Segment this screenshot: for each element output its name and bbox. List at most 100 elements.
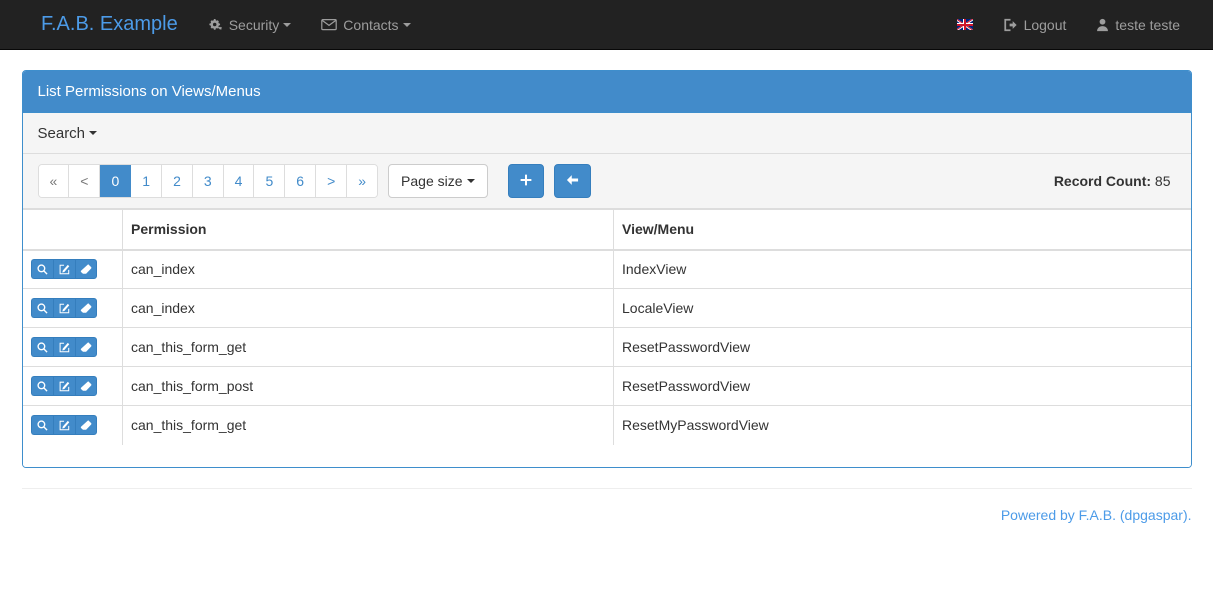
- record-count: Record Count: 85: [1054, 173, 1176, 189]
- table-wrapper: Permission View/Menu can_index IndexView c…: [22, 209, 1191, 467]
- column-header-actions: [22, 209, 123, 251]
- navbar-left-group: F.A.B. Example Security Contacts: [0, 0, 426, 49]
- show-action[interactable]: [30, 259, 53, 280]
- cogs-icon: [208, 18, 223, 32]
- show-action[interactable]: [30, 337, 53, 357]
- magnifier-icon: [36, 420, 48, 431]
- record-count-label: Record Count:: [1053, 173, 1152, 189]
- table-row: can_this_form_post ResetPasswordView: [22, 366, 1191, 406]
- table-row: can_index LocaleView: [22, 288, 1191, 328]
- pagination: «<0 1 2 3 4 5 6 >»: [37, 164, 379, 198]
- row-actions-cell: [22, 366, 123, 406]
- pagination-page-0[interactable]: 0: [100, 165, 132, 197]
- page-size-label: Page size: [401, 173, 463, 189]
- footer-link[interactable]: Powered by F.A.B. (dpgaspar).: [1001, 507, 1192, 523]
- nav-menu-security-label: Security: [228, 16, 280, 33]
- delete-action[interactable]: [74, 259, 97, 280]
- row-actions-cell: [22, 249, 123, 289]
- edit-action[interactable]: [52, 415, 75, 436]
- pagination-page-prev[interactable]: <: [69, 165, 101, 197]
- column-header-permission: Permission: [122, 209, 614, 251]
- row-actions-cell: [22, 288, 123, 328]
- delete-action[interactable]: [74, 376, 97, 396]
- pagination-page-last[interactable]: »: [347, 165, 378, 197]
- navbar-right-group: Logout teste teste: [942, 0, 1213, 49]
- chevron-down-icon: [466, 179, 475, 183]
- cell-view-menu: IndexView: [613, 249, 1191, 289]
- eraser-icon: [80, 420, 92, 431]
- language-switcher[interactable]: [942, 0, 988, 49]
- chevron-down-icon: [89, 131, 98, 135]
- envelope-icon: [321, 18, 338, 31]
- brand-link[interactable]: F.A.B. Example: [26, 0, 193, 49]
- show-action[interactable]: [30, 415, 53, 436]
- show-action[interactable]: [30, 376, 53, 396]
- delete-action[interactable]: [74, 337, 97, 357]
- page-footer: Powered by F.A.B. (dpgaspar).: [21, 487, 1192, 523]
- delete-action[interactable]: [74, 298, 97, 318]
- user-menu-label: teste teste: [1115, 16, 1180, 33]
- edit-action[interactable]: [52, 259, 75, 280]
- row-action-group: [30, 415, 97, 436]
- row-actions-cell: [22, 405, 123, 445]
- cell-view-menu: ResetPasswordView: [613, 366, 1191, 406]
- table-head: Permission View/Menu: [22, 209, 1191, 251]
- nav-menu-security[interactable]: Security: [193, 0, 307, 49]
- edit-action[interactable]: [52, 337, 75, 357]
- user-icon: [1096, 18, 1109, 32]
- record-count-value: 85: [1154, 173, 1171, 189]
- show-action[interactable]: [30, 298, 53, 318]
- magnifier-icon: [36, 264, 48, 275]
- row-action-group: [30, 259, 97, 280]
- search-toggle-label: Search: [37, 124, 86, 142]
- search-toggle[interactable]: Search: [38, 125, 98, 142]
- pagination-page-1[interactable]: 1: [131, 165, 163, 197]
- edit-action[interactable]: [52, 376, 75, 396]
- nav-menu-contacts-label: Contacts: [343, 16, 399, 33]
- logout-link[interactable]: Logout: [988, 0, 1082, 49]
- row-action-group: [30, 337, 97, 357]
- table-row: can_this_form_get ResetMyPasswordView: [22, 405, 1191, 445]
- permissions-table: Permission View/Menu can_index IndexView c…: [22, 209, 1191, 445]
- cell-view-menu: ResetPasswordView: [613, 327, 1191, 367]
- plus-icon: [520, 174, 532, 189]
- table-footer-spacer: [22, 444, 1191, 467]
- search-bar: Search: [22, 113, 1191, 154]
- pagination-page-next[interactable]: >: [316, 165, 348, 197]
- edit-action[interactable]: [52, 298, 75, 318]
- cell-view-menu: ResetMyPasswordView: [613, 405, 1191, 445]
- page-title: List Permissions on Views/Menus: [37, 83, 261, 100]
- chevron-down-icon: [402, 22, 411, 27]
- magnifier-icon: [36, 302, 48, 314]
- arrow-left-icon: [566, 174, 579, 189]
- back-button[interactable]: [553, 164, 591, 198]
- delete-action[interactable]: [74, 415, 97, 436]
- cell-permission: can_index: [122, 288, 614, 328]
- magnifier-icon: [36, 341, 48, 353]
- pagination-page-first[interactable]: «: [38, 165, 70, 197]
- list-panel: List Permissions on Views/Menus Search «…: [21, 70, 1192, 468]
- cell-view-menu: LocaleView: [613, 288, 1191, 328]
- add-record-button[interactable]: [507, 164, 544, 198]
- cell-permission: can_index: [122, 249, 614, 289]
- uk-flag-icon: [956, 19, 973, 30]
- pagination-page-5[interactable]: 5: [254, 165, 286, 197]
- eraser-icon: [80, 302, 92, 314]
- pen-square-icon: [59, 264, 70, 275]
- pagination-page-4[interactable]: 4: [223, 165, 255, 197]
- pen-square-icon: [59, 342, 70, 353]
- pagination-page-2[interactable]: 2: [162, 165, 193, 197]
- user-menu[interactable]: teste teste: [1081, 0, 1195, 49]
- pen-square-icon: [59, 303, 70, 314]
- table-row: can_this_form_get ResetPasswordView: [22, 327, 1191, 367]
- pagination-page-3[interactable]: 3: [192, 165, 224, 197]
- table-row: can_index IndexView: [22, 249, 1191, 289]
- eraser-icon: [80, 341, 92, 353]
- pen-square-icon: [59, 381, 70, 392]
- row-action-group: [30, 376, 97, 396]
- table-body: can_index IndexView can_index LocaleView can…: [22, 249, 1191, 445]
- page-size-dropdown[interactable]: Page size: [388, 164, 488, 198]
- pagination-page-6[interactable]: 6: [285, 165, 317, 197]
- page-container: List Permissions on Views/Menus Search «…: [21, 50, 1192, 468]
- nav-menu-contacts[interactable]: Contacts: [306, 0, 425, 49]
